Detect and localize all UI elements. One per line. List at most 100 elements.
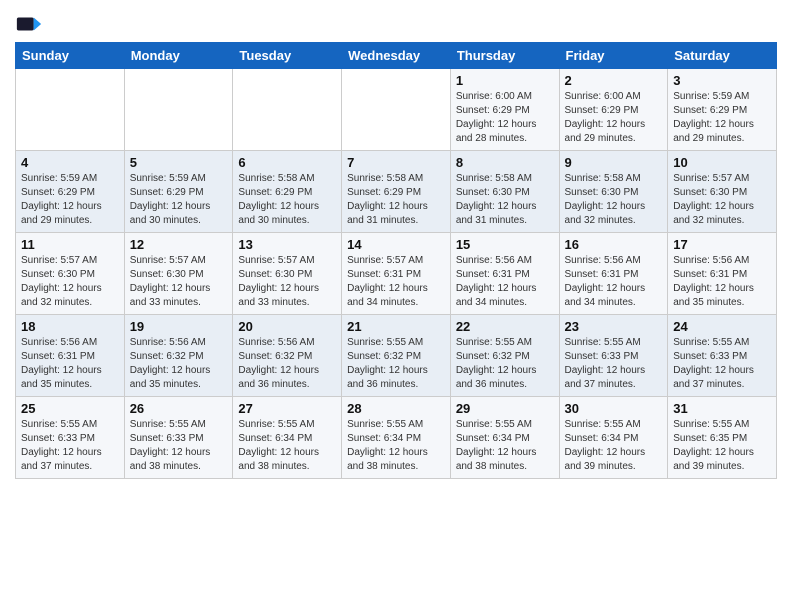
day-header-friday: Friday [559, 43, 668, 69]
calendar-cell: 19 Sunrise: 5:56 AM Sunset: 6:32 PM Dayli… [124, 315, 233, 397]
calendar-cell: 21 Sunrise: 5:55 AM Sunset: 6:32 PM Dayli… [342, 315, 451, 397]
day-header-saturday: Saturday [668, 43, 777, 69]
day-info: Sunrise: 5:55 AM Sunset: 6:33 PM Dayligh… [130, 418, 228, 474]
day-info: Sunrise: 5:55 AM Sunset: 6:34 PM Dayligh… [456, 418, 554, 474]
day-info: Sunrise: 5:58 AM Sunset: 6:30 PM Dayligh… [456, 172, 554, 228]
day-info: Sunrise: 5:56 AM Sunset: 6:31 PM Dayligh… [21, 336, 119, 392]
day-number: 12 [130, 237, 228, 252]
calendar-cell: 7Sunrise: 5:58 AM Sunset: 6:29 PM Daylig… [342, 151, 451, 233]
calendar-cell: 8Sunrise: 5:58 AM Sunset: 6:30 PM Daylig… [450, 151, 559, 233]
week-row-2: 4 Sunrise: 5:59 AM Sunset: 6:29 PM Daylig… [16, 151, 777, 233]
logo [15, 10, 45, 38]
calendar-cell: 9 Sunrise: 5:58 AM Sunset: 6:30 PM Daylig… [559, 151, 668, 233]
day-info: Sunrise: 5:58 AM Sunset: 6:29 PM Dayligh… [238, 172, 336, 228]
day-number: 28 [347, 401, 445, 416]
day-info: Sunrise: 5:55 AM Sunset: 6:34 PM Dayligh… [347, 418, 445, 474]
day-header-wednesday: Wednesday [342, 43, 451, 69]
calendar-cell [342, 69, 451, 151]
day-number: 25 [21, 401, 119, 416]
day-number: 15 [456, 237, 554, 252]
day-number: 4 [21, 155, 119, 170]
day-number: 16 [565, 237, 663, 252]
calendar-cell: 26Sunrise: 5:55 AM Sunset: 6:33 PM Dayli… [124, 397, 233, 479]
calendar-cell: 2 Sunrise: 6:00 AM Sunset: 6:29 PM Daylig… [559, 69, 668, 151]
calendar-cell: 1 Sunrise: 6:00 AM Sunset: 6:29 PM Daylig… [450, 69, 559, 151]
calendar-cell: 27 Sunrise: 5:55 AM Sunset: 6:34 PM Dayli… [233, 397, 342, 479]
day-number: 23 [565, 319, 663, 334]
calendar-cell: 4 Sunrise: 5:59 AM Sunset: 6:29 PM Daylig… [16, 151, 125, 233]
day-info: Sunrise: 5:56 AM Sunset: 6:31 PM Dayligh… [565, 254, 663, 310]
day-number: 20 [238, 319, 336, 334]
day-number: 9 [565, 155, 663, 170]
day-info: Sunrise: 5:58 AM Sunset: 6:30 PM Dayligh… [565, 172, 663, 228]
day-info: Sunrise: 5:55 AM Sunset: 6:35 PM Dayligh… [673, 418, 771, 474]
day-number: 11 [21, 237, 119, 252]
calendar-cell: 14 Sunrise: 5:57 AM Sunset: 6:31 PM Dayli… [342, 233, 451, 315]
day-info: Sunrise: 5:57 AM Sunset: 6:31 PM Dayligh… [347, 254, 445, 310]
day-info: Sunrise: 5:57 AM Sunset: 6:30 PM Dayligh… [130, 254, 228, 310]
logo-icon [15, 10, 43, 38]
calendar-cell: 20 Sunrise: 5:56 AM Sunset: 6:32 PM Dayli… [233, 315, 342, 397]
calendar-cell [16, 69, 125, 151]
day-number: 13 [238, 237, 336, 252]
day-info: Sunrise: 5:55 AM Sunset: 6:34 PM Dayligh… [565, 418, 663, 474]
calendar-cell: 23Sunrise: 5:55 AM Sunset: 6:33 PM Dayli… [559, 315, 668, 397]
week-row-3: 11 Sunrise: 5:57 AM Sunset: 6:30 PM Dayli… [16, 233, 777, 315]
day-number: 27 [238, 401, 336, 416]
day-header-tuesday: Tuesday [233, 43, 342, 69]
day-number: 19 [130, 319, 228, 334]
day-number: 21 [347, 319, 445, 334]
day-info: Sunrise: 5:55 AM Sunset: 6:34 PM Dayligh… [238, 418, 336, 474]
calendar-cell: 17Sunrise: 5:56 AM Sunset: 6:31 PM Dayli… [668, 233, 777, 315]
week-row-4: 18 Sunrise: 5:56 AM Sunset: 6:31 PM Dayli… [16, 315, 777, 397]
day-info: Sunrise: 5:59 AM Sunset: 6:29 PM Dayligh… [673, 90, 771, 146]
calendar-cell: 22Sunrise: 5:55 AM Sunset: 6:32 PM Dayli… [450, 315, 559, 397]
day-number: 6 [238, 155, 336, 170]
day-info: Sunrise: 5:55 AM Sunset: 6:32 PM Dayligh… [456, 336, 554, 392]
calendar-cell [233, 69, 342, 151]
calendar-cell: 25Sunrise: 5:55 AM Sunset: 6:33 PM Dayli… [16, 397, 125, 479]
calendar-cell: 5 Sunrise: 5:59 AM Sunset: 6:29 PM Daylig… [124, 151, 233, 233]
calendar-cell: 30 Sunrise: 5:55 AM Sunset: 6:34 PM Dayli… [559, 397, 668, 479]
calendar-cell: 31 Sunrise: 5:55 AM Sunset: 6:35 PM Dayli… [668, 397, 777, 479]
calendar-cell: 12 Sunrise: 5:57 AM Sunset: 6:30 PM Dayli… [124, 233, 233, 315]
day-number: 3 [673, 73, 771, 88]
day-info: Sunrise: 5:58 AM Sunset: 6:29 PM Dayligh… [347, 172, 445, 228]
day-number: 24 [673, 319, 771, 334]
day-info: Sunrise: 5:55 AM Sunset: 6:33 PM Dayligh… [673, 336, 771, 392]
calendar-cell: 15 Sunrise: 5:56 AM Sunset: 6:31 PM Dayli… [450, 233, 559, 315]
calendar-body: 1 Sunrise: 6:00 AM Sunset: 6:29 PM Daylig… [16, 69, 777, 479]
calendar-cell: 29 Sunrise: 5:55 AM Sunset: 6:34 PM Dayli… [450, 397, 559, 479]
day-info: Sunrise: 5:57 AM Sunset: 6:30 PM Dayligh… [238, 254, 336, 310]
day-info: Sunrise: 5:59 AM Sunset: 6:29 PM Dayligh… [130, 172, 228, 228]
calendar-cell: 10Sunrise: 5:57 AM Sunset: 6:30 PM Dayli… [668, 151, 777, 233]
day-info: Sunrise: 5:57 AM Sunset: 6:30 PM Dayligh… [21, 254, 119, 310]
day-header-monday: Monday [124, 43, 233, 69]
calendar-header-row: SundayMondayTuesdayWednesdayThursdayFrid… [16, 43, 777, 69]
day-number: 14 [347, 237, 445, 252]
day-info: Sunrise: 5:57 AM Sunset: 6:30 PM Dayligh… [673, 172, 771, 228]
calendar-cell: 6 Sunrise: 5:58 AM Sunset: 6:29 PM Daylig… [233, 151, 342, 233]
calendar-cell: 11 Sunrise: 5:57 AM Sunset: 6:30 PM Dayli… [16, 233, 125, 315]
day-number: 1 [456, 73, 554, 88]
page-header [15, 10, 777, 38]
week-row-5: 25 Sunrise: 5:55 AM Sunset: 6:33 PM Dayli… [16, 397, 777, 479]
day-number: 30 [565, 401, 663, 416]
day-number: 29 [456, 401, 554, 416]
day-info: Sunrise: 6:00 AM Sunset: 6:29 PM Dayligh… [565, 90, 663, 146]
calendar-cell [124, 69, 233, 151]
day-number: 5 [130, 155, 228, 170]
day-info: Sunrise: 5:56 AM Sunset: 6:31 PM Dayligh… [456, 254, 554, 310]
day-number: 31 [673, 401, 771, 416]
day-info: Sunrise: 5:56 AM Sunset: 6:32 PM Dayligh… [238, 336, 336, 392]
day-info: Sunrise: 5:56 AM Sunset: 6:32 PM Dayligh… [130, 336, 228, 392]
day-number: 2 [565, 73, 663, 88]
day-info: Sunrise: 5:59 AM Sunset: 6:29 PM Dayligh… [21, 172, 119, 228]
day-header-sunday: Sunday [16, 43, 125, 69]
day-info: Sunrise: 6:00 AM Sunset: 6:29 PM Dayligh… [456, 90, 554, 146]
calendar-cell: 24 Sunrise: 5:55 AM Sunset: 6:33 PM Dayli… [668, 315, 777, 397]
day-info: Sunrise: 5:55 AM Sunset: 6:32 PM Dayligh… [347, 336, 445, 392]
day-number: 18 [21, 319, 119, 334]
calendar-cell: 16 Sunrise: 5:56 AM Sunset: 6:31 PM Dayli… [559, 233, 668, 315]
calendar-cell: 3 Sunrise: 5:59 AM Sunset: 6:29 PM Daylig… [668, 69, 777, 151]
